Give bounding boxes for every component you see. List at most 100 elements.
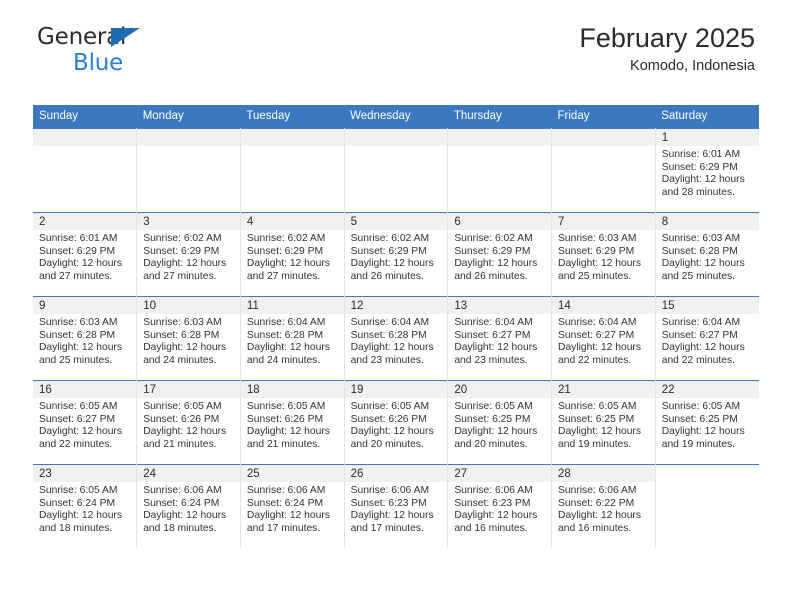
day-sun-info-line: Sunset: 6:29 PM xyxy=(661,161,738,173)
calendar-day-cell-6[interactable]: 6 Sunrise: 6:02 AM Sunset: 6:29 PM Daylight… xyxy=(447,212,553,297)
day-sun-info-line: and 18 minutes. xyxy=(143,522,217,534)
day-sun-info-line: Daylight: 12 hours xyxy=(454,510,538,522)
day-sun-info: Sunrise: 6:04 AM Sunset: 6:27 PM Daylight:… xyxy=(656,314,759,367)
day-cell-inner: 8 Sunrise: 6:03 AM Sunset: 6:28 PM Daylight… xyxy=(655,213,759,296)
day-sun-info-line: Sunset: 6:29 PM xyxy=(246,245,324,257)
calendar-day-cell-12[interactable]: 12 Sunrise: 6:04 AM Sunset: 6:28 PM Dayligh… xyxy=(344,296,449,381)
day-sun-info: Sunrise: 6:05 AM Sunset: 6:24 PM Daylight:… xyxy=(33,482,136,535)
day-cell-inner: 1 Sunrise: 6:01 AM Sunset: 6:29 PM Daylight… xyxy=(655,129,759,212)
calendar-day-cell-26[interactable]: 26 Sunrise: 6:06 AM Sunset: 6:23 PM Dayligh… xyxy=(344,464,449,548)
day-cell-inner: 23 Sunrise: 6:05 AM Sunset: 6:24 PM Dayligh… xyxy=(33,465,137,548)
day-number: 12 xyxy=(344,297,448,314)
day-sun-info-line: Sunrise: 6:03 AM xyxy=(143,317,222,328)
calendar-day-cell-21[interactable]: 21 Sunrise: 6:05 AM Sunset: 6:25 PM Dayligh… xyxy=(551,380,656,465)
day-number xyxy=(33,129,137,146)
day-number: 15 xyxy=(655,297,759,314)
day-sun-info-line: Sunset: 6:28 PM xyxy=(39,329,116,341)
day-number: 18 xyxy=(240,381,344,398)
calendar-day-cell-13[interactable]: 13 Sunrise: 6:04 AM Sunset: 6:27 PM Dayligh… xyxy=(447,296,553,381)
weekday-header-tuesday: Tuesday xyxy=(240,105,345,129)
calendar-day-cell-1[interactable]: 1 Sunrise: 6:01 AM Sunset: 6:29 PM Daylight… xyxy=(655,128,759,213)
calendar-day-cell-4[interactable]: 4 Sunrise: 6:02 AM Sunset: 6:29 PM Daylight… xyxy=(240,212,345,297)
calendar-day-cell-16[interactable]: 16 Sunrise: 6:05 AM Sunset: 6:27 PM Dayligh… xyxy=(33,380,138,465)
day-sun-info-line: Sunrise: 6:03 AM xyxy=(558,233,637,244)
day-cell-inner: 9 Sunrise: 6:03 AM Sunset: 6:28 PM Daylight… xyxy=(33,297,137,380)
generalblue-logo[interactable]: General Blue xyxy=(37,26,237,78)
calendar-day-cell-24[interactable]: 24 Sunrise: 6:06 AM Sunset: 6:24 PM Dayligh… xyxy=(136,464,241,548)
day-cell-inner: 6 Sunrise: 6:02 AM Sunset: 6:29 PM Daylight… xyxy=(448,213,552,296)
calendar-day-cell-27[interactable]: 27 Sunrise: 6:06 AM Sunset: 6:23 PM Dayligh… xyxy=(447,464,553,548)
day-sun-info-line: Daylight: 12 hours xyxy=(558,342,642,354)
page-header: General Blue February 2025 Komodo, Indon… xyxy=(33,0,759,75)
day-sun-info-line: Daylight: 12 hours xyxy=(143,510,227,522)
calendar-day-cell-22[interactable]: 22 Sunrise: 6:05 AM Sunset: 6:25 PM Dayligh… xyxy=(655,380,759,465)
day-cell-inner: 14 Sunrise: 6:04 AM Sunset: 6:27 PM Dayligh… xyxy=(552,297,655,380)
calendar-day-cell-11[interactable]: 11 Sunrise: 6:04 AM Sunset: 6:28 PM Dayligh… xyxy=(240,296,345,381)
calendar-day-cell-10[interactable]: 10 Sunrise: 6:03 AM Sunset: 6:28 PM Dayligh… xyxy=(136,296,241,381)
day-cell-inner: 18 Sunrise: 6:05 AM Sunset: 6:26 PM Dayligh… xyxy=(240,381,344,464)
day-sun-info-line: Sunset: 6:24 PM xyxy=(246,497,324,509)
day-sun-info-line: Sunrise: 6:05 AM xyxy=(39,401,118,412)
calendar-day-cell-23[interactable]: 23 Sunrise: 6:05 AM Sunset: 6:24 PM Dayligh… xyxy=(33,464,138,548)
day-cell-inner: 10 Sunrise: 6:03 AM Sunset: 6:28 PM Dayligh… xyxy=(137,297,240,380)
calendar-day-cell-5[interactable]: 5 Sunrise: 6:02 AM Sunset: 6:29 PM Daylight… xyxy=(344,212,449,297)
day-sun-info-line: Daylight: 12 hours xyxy=(246,426,330,438)
weekday-header-monday: Monday xyxy=(136,105,241,129)
calendar-day-cell-18[interactable]: 18 Sunrise: 6:05 AM Sunset: 6:26 PM Dayligh… xyxy=(240,380,345,465)
calendar-day-cell-28[interactable]: 28 Sunrise: 6:06 AM Sunset: 6:22 PM Dayligh… xyxy=(551,464,656,548)
day-cell-inner: 11 Sunrise: 6:04 AM Sunset: 6:28 PM Dayligh… xyxy=(240,297,344,380)
day-sun-info: Sunrise: 6:05 AM Sunset: 6:27 PM Daylight:… xyxy=(33,398,136,451)
calendar-day-cell-2[interactable]: 2 Sunrise: 6:01 AM Sunset: 6:29 PM Daylight… xyxy=(33,212,138,297)
calendar-day-cell-empty xyxy=(240,128,345,213)
day-sun-info-line: and 22 minutes. xyxy=(558,354,632,366)
weekday-header-friday: Friday xyxy=(551,105,656,129)
day-sun-info: Sunrise: 6:02 AM Sunset: 6:29 PM Daylight:… xyxy=(137,230,240,283)
day-sun-info-line: and 27 minutes. xyxy=(143,270,217,282)
calendar-day-cell-20[interactable]: 20 Sunrise: 6:05 AM Sunset: 6:25 PM Dayligh… xyxy=(447,380,553,465)
day-cell-inner xyxy=(240,129,344,212)
day-cell-inner: 2 Sunrise: 6:01 AM Sunset: 6:29 PM Daylight… xyxy=(33,213,137,296)
day-number: 14 xyxy=(552,297,655,314)
calendar-day-cell-3[interactable]: 3 Sunrise: 6:02 AM Sunset: 6:29 PM Daylight… xyxy=(136,212,241,297)
day-sun-info: Sunrise: 6:05 AM Sunset: 6:26 PM Daylight:… xyxy=(345,398,448,451)
day-sun-info-line: Daylight: 12 hours xyxy=(661,426,745,438)
day-number: 7 xyxy=(552,213,655,230)
calendar-day-cell-14[interactable]: 14 Sunrise: 6:04 AM Sunset: 6:27 PM Dayligh… xyxy=(551,296,656,381)
day-sun-info-line: Daylight: 12 hours xyxy=(39,342,122,354)
calendar-day-cell-8[interactable]: 8 Sunrise: 6:03 AM Sunset: 6:28 PM Daylight… xyxy=(655,212,759,297)
calendar-week-row: 2 Sunrise: 6:01 AM Sunset: 6:29 PM Daylight… xyxy=(33,212,759,297)
day-sun-info-line: and 21 minutes. xyxy=(143,438,217,450)
day-sun-info-line: and 24 minutes. xyxy=(143,354,217,366)
day-number: 21 xyxy=(552,381,655,398)
day-number: 11 xyxy=(240,297,344,314)
calendar-day-cell-19[interactable]: 19 Sunrise: 6:05 AM Sunset: 6:26 PM Dayligh… xyxy=(344,380,449,465)
logo-blue-label: Blue xyxy=(73,50,124,76)
day-sun-info-line: and 25 minutes. xyxy=(661,270,735,282)
day-sun-info: Sunrise: 6:05 AM Sunset: 6:26 PM Daylight:… xyxy=(241,398,344,451)
calendar-day-cell-25[interactable]: 25 Sunrise: 6:06 AM Sunset: 6:24 PM Dayligh… xyxy=(240,464,345,548)
day-cell-inner: 3 Sunrise: 6:02 AM Sunset: 6:29 PM Daylight… xyxy=(137,213,240,296)
day-sun-info: Sunrise: 6:02 AM Sunset: 6:29 PM Daylight:… xyxy=(345,230,448,283)
day-sun-info: Sunrise: 6:01 AM Sunset: 6:29 PM Daylight:… xyxy=(656,146,759,199)
day-number xyxy=(655,465,759,482)
calendar-day-cell-9[interactable]: 9 Sunrise: 6:03 AM Sunset: 6:28 PM Daylight… xyxy=(33,296,138,381)
day-cell-inner xyxy=(137,129,240,212)
day-sun-info-line: Daylight: 12 hours xyxy=(143,258,227,270)
day-sun-info: Sunrise: 6:03 AM Sunset: 6:28 PM Daylight:… xyxy=(656,230,759,283)
calendar-day-cell-empty xyxy=(551,128,656,213)
day-cell-inner: 15 Sunrise: 6:04 AM Sunset: 6:27 PM Dayligh… xyxy=(655,297,759,380)
calendar-day-cell-17[interactable]: 17 Sunrise: 6:05 AM Sunset: 6:26 PM Dayligh… xyxy=(136,380,241,465)
day-sun-info-line: Sunrise: 6:03 AM xyxy=(39,317,118,328)
calendar-day-cell-15[interactable]: 15 Sunrise: 6:04 AM Sunset: 6:27 PM Dayligh… xyxy=(655,296,759,381)
day-sun-info: Sunrise: 6:01 AM Sunset: 6:29 PM Daylight:… xyxy=(33,230,136,283)
day-number: 4 xyxy=(240,213,344,230)
day-sun-info-line: and 25 minutes. xyxy=(39,354,113,366)
day-sun-info: Sunrise: 6:05 AM Sunset: 6:25 PM Daylight:… xyxy=(448,398,551,451)
day-sun-info-line: Sunset: 6:29 PM xyxy=(350,245,427,257)
calendar-day-cell-7[interactable]: 7 Sunrise: 6:03 AM Sunset: 6:29 PM Daylight… xyxy=(551,212,656,297)
day-number: 26 xyxy=(344,465,448,482)
day-number: 10 xyxy=(137,297,240,314)
day-number xyxy=(448,129,552,146)
day-sun-info-line: Sunrise: 6:01 AM xyxy=(39,233,118,244)
day-sun-info-line: and 18 minutes. xyxy=(39,522,113,534)
